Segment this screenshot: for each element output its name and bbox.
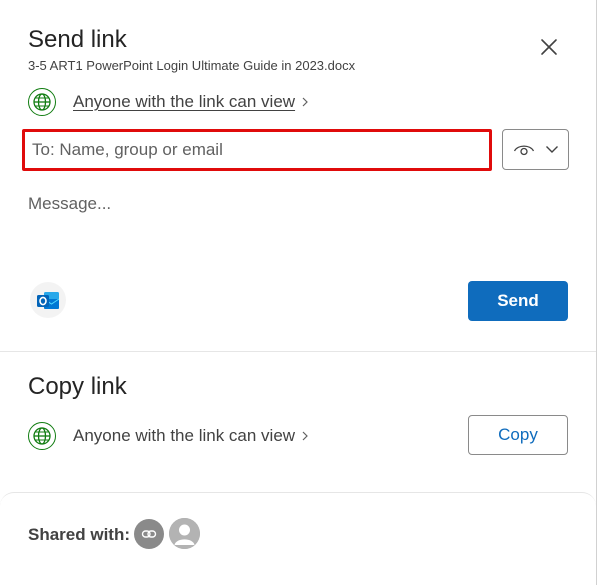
copy-link-title: Copy link (28, 373, 127, 400)
outlook-icon (37, 292, 60, 309)
outlook-button[interactable] (30, 282, 66, 318)
send-link-title: Send link (28, 26, 127, 53)
shared-link-badge[interactable] (134, 519, 164, 549)
chevron-down-icon (545, 146, 558, 153)
copy-permission-text: Anyone with the link can view (73, 426, 296, 445)
send-button[interactable]: Send (468, 281, 568, 321)
globe-icon (28, 422, 56, 450)
recipient-input-wrapper (22, 129, 492, 171)
share-dialog: Send link 3-5 ART1 PowerPoint Login Ulti… (0, 0, 597, 585)
send-link-section: Send link 3-5 ART1 PowerPoint Login Ulti… (0, 0, 596, 352)
copy-button[interactable]: Copy (468, 415, 568, 455)
send-permission-text: Anyone with the link can view (73, 92, 296, 111)
avatar[interactable] (169, 518, 200, 549)
eye-icon (513, 144, 534, 155)
send-link-permission[interactable]: Anyone with the link can view (28, 88, 309, 116)
copy-link-section: Copy link Anyone with the link can view … (0, 352, 596, 492)
message-field[interactable] (28, 194, 568, 254)
chevron-right-icon (302, 431, 308, 441)
shared-with-label: Shared with: (28, 525, 131, 544)
person-icon (169, 518, 200, 549)
permission-dropdown-button[interactable] (502, 129, 569, 170)
close-button[interactable] (536, 34, 562, 60)
file-name: 3-5 ART1 PowerPoint Login Ultimate Guide… (28, 58, 356, 73)
globe-icon (28, 88, 56, 116)
recipient-input[interactable] (30, 139, 489, 161)
chevron-right-icon (302, 97, 308, 107)
copy-link-permission[interactable]: Anyone with the link can view (28, 422, 309, 450)
link-icon (141, 530, 157, 538)
shared-with-section: Shared with: (0, 492, 596, 586)
close-icon (541, 39, 557, 55)
